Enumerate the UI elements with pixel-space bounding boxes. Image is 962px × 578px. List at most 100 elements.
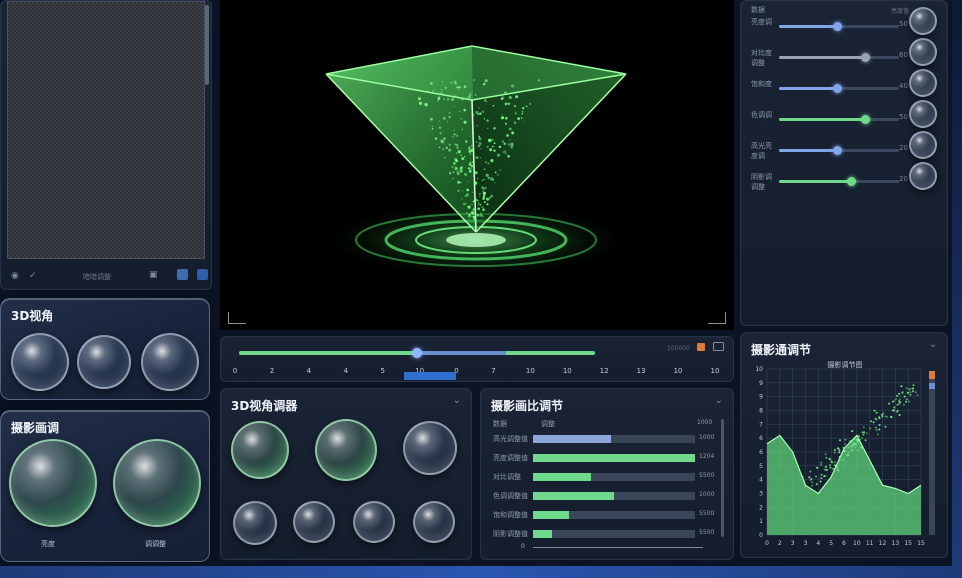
view3d-knob-2[interactable]	[77, 335, 131, 389]
timeline-thumb[interactable]	[412, 348, 422, 358]
3d-viewport[interactable]	[220, 0, 734, 330]
slider-track[interactable]	[779, 115, 899, 124]
y-tick-label: 7	[759, 421, 763, 428]
chart-scroll-marker	[929, 371, 935, 379]
slider-track[interactable]	[779, 53, 899, 62]
timeline-tick-label: 0	[232, 367, 238, 375]
adjust-knob-4[interactable]	[233, 501, 277, 545]
hologram-particle	[471, 161, 473, 163]
scatter-point	[841, 458, 844, 461]
adjust-knob-7[interactable]	[413, 501, 455, 543]
hologram-particle	[486, 145, 489, 148]
slider-thumb[interactable]	[832, 146, 842, 155]
timeline-right-label: 100000	[667, 345, 690, 352]
scatter-point	[838, 449, 841, 451]
slider-row: 高光亮 度调 20	[741, 131, 941, 165]
texture-scrollbar[interactable]	[205, 5, 209, 85]
chevron-down-icon[interactable]: ⌄	[453, 395, 461, 406]
scatter-point	[884, 415, 887, 418]
adjust-knob-6[interactable]	[353, 501, 395, 543]
hologram-particle	[468, 213, 471, 216]
scatter-point	[859, 446, 862, 449]
hologram-particle	[438, 126, 442, 129]
scatter-point	[850, 445, 853, 448]
slider-track[interactable]	[779, 84, 899, 93]
hologram-particle	[473, 114, 475, 116]
scatter-point	[857, 449, 859, 452]
scatter-point	[832, 467, 834, 470]
slider-label: 亮度调	[751, 18, 772, 26]
slider-thumb[interactable]	[832, 22, 842, 31]
camera-knob-1[interactable]	[9, 439, 97, 527]
hologram-particle	[456, 86, 459, 88]
timeline-position-marker[interactable]	[404, 372, 456, 380]
scatter-point	[854, 443, 857, 445]
timeline-screen-icon[interactable]	[713, 342, 724, 351]
view3d-knob-3[interactable]	[141, 333, 199, 391]
scatter-point	[905, 387, 908, 390]
slider-knob[interactable]	[909, 131, 937, 159]
hologram-particle	[441, 89, 443, 91]
hologram-particle	[434, 137, 438, 140]
hologram-particle	[474, 198, 478, 202]
hologram-particle	[468, 164, 470, 166]
slider-thumb[interactable]	[861, 53, 871, 62]
slider-knob[interactable]	[909, 38, 937, 66]
hologram-pyramid	[325, 45, 627, 276]
eye-icon[interactable]: ◉	[11, 271, 19, 281]
slider-thumb[interactable]	[832, 84, 842, 93]
view3d-adjust-panel: 3D视角调器 ⌄	[220, 388, 472, 560]
scatter-point	[808, 476, 811, 479]
slider-track[interactable]	[779, 22, 899, 31]
hologram-particle	[437, 100, 439, 102]
slider-track[interactable]	[779, 177, 899, 186]
bar-label: 对比调整	[493, 473, 521, 481]
bar-label: 饱和调整值	[493, 511, 528, 519]
adjust-knob-5[interactable]	[293, 501, 335, 543]
slider-knob[interactable]	[909, 100, 937, 128]
export-icon[interactable]	[197, 269, 208, 280]
timeline-track[interactable]	[239, 348, 595, 358]
scatter-point	[908, 388, 911, 391]
scatter-point	[846, 453, 849, 456]
settings-icon[interactable]	[177, 269, 188, 280]
hologram-particle	[490, 159, 494, 163]
scatter-point	[837, 469, 840, 472]
slider-fill	[779, 87, 837, 90]
slider-knob[interactable]	[909, 69, 937, 97]
adjust-knob-2[interactable]	[315, 419, 377, 481]
view3d-knob-1[interactable]	[11, 333, 69, 391]
chevron-down-icon[interactable]: ⌄	[715, 395, 723, 406]
hologram-particle	[472, 215, 474, 217]
camera-knob-2[interactable]	[113, 439, 201, 527]
hologram-particle	[450, 81, 453, 84]
bar-value-label: 5500	[699, 510, 715, 517]
slider-thumb[interactable]	[861, 115, 871, 124]
x-tick-label: 15	[904, 540, 912, 547]
camera-icon[interactable]: ▣	[149, 270, 158, 280]
chevron-down-icon[interactable]: ⌄	[929, 339, 937, 350]
slider-thumb[interactable]	[847, 177, 856, 186]
slider-knob[interactable]	[909, 7, 937, 35]
adjust-knob-3[interactable]	[403, 421, 457, 475]
bar-label: 高光调整值	[493, 435, 528, 443]
slider-knob[interactable]	[909, 162, 937, 190]
hologram-particle	[444, 86, 447, 89]
y-tick-label: 1	[759, 518, 763, 525]
slider-track[interactable]	[779, 146, 899, 155]
adjust-knob-1[interactable]	[231, 421, 289, 479]
check-icon[interactable]: ✓	[29, 271, 37, 281]
hologram-particle	[523, 120, 525, 122]
scatter-point	[890, 416, 893, 419]
hologram-particle	[472, 208, 476, 211]
scatter-point	[878, 428, 881, 431]
timeline-orange-button[interactable]	[697, 343, 705, 351]
hologram-particle	[443, 98, 446, 100]
scatter-point	[839, 439, 841, 442]
y-tick-label: 9	[759, 380, 763, 387]
bar-header-right: 1000	[697, 419, 713, 426]
slider-value: 20	[899, 144, 908, 152]
hologram-particle	[504, 91, 507, 95]
bar-value-label: 5500	[699, 472, 715, 479]
scatter-point	[854, 446, 857, 449]
